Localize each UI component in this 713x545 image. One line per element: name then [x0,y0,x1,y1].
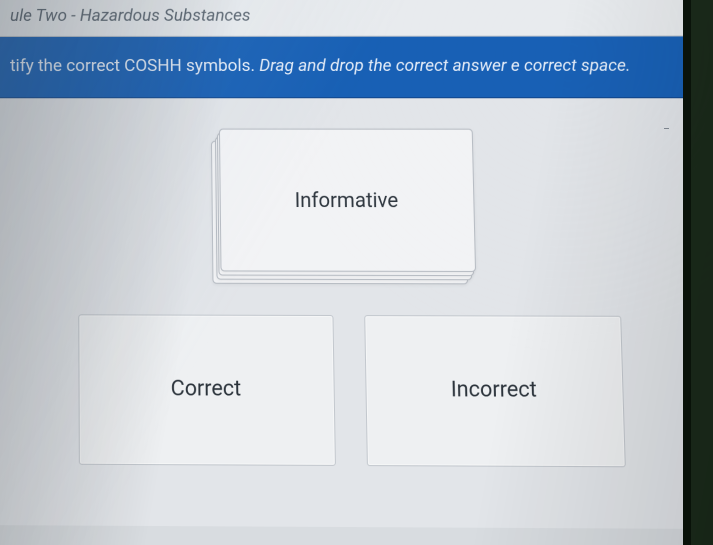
instruction-bar: tify the correct COSHH symbols. Drag and… [0,36,692,98]
device-bezel [683,0,713,545]
instruction-text: tify the correct COSHH symbols. [10,56,259,76]
activity-area: Informative Correct Incorrect [0,98,707,529]
dropzone-incorrect[interactable]: Incorrect [364,315,626,467]
dropzone-label: Correct [171,377,242,402]
module-title: ule Two - Hazardous Substances [10,6,251,26]
draggable-card-stack: Informative [218,128,475,282]
draggable-card[interactable]: Informative [218,128,475,271]
dropzone-label: Incorrect [451,378,538,403]
dropzone-row: Correct Incorrect [41,314,664,467]
module-title-bar: ule Two - Hazardous Substances [0,0,690,37]
instruction-hint: Drag and drop the correct answer e corre… [259,56,631,76]
card-label: Informative [294,187,398,212]
quiz-screen: ule Two - Hazardous Substances tify the … [0,0,708,545]
dropzone-correct[interactable]: Correct [78,314,336,466]
